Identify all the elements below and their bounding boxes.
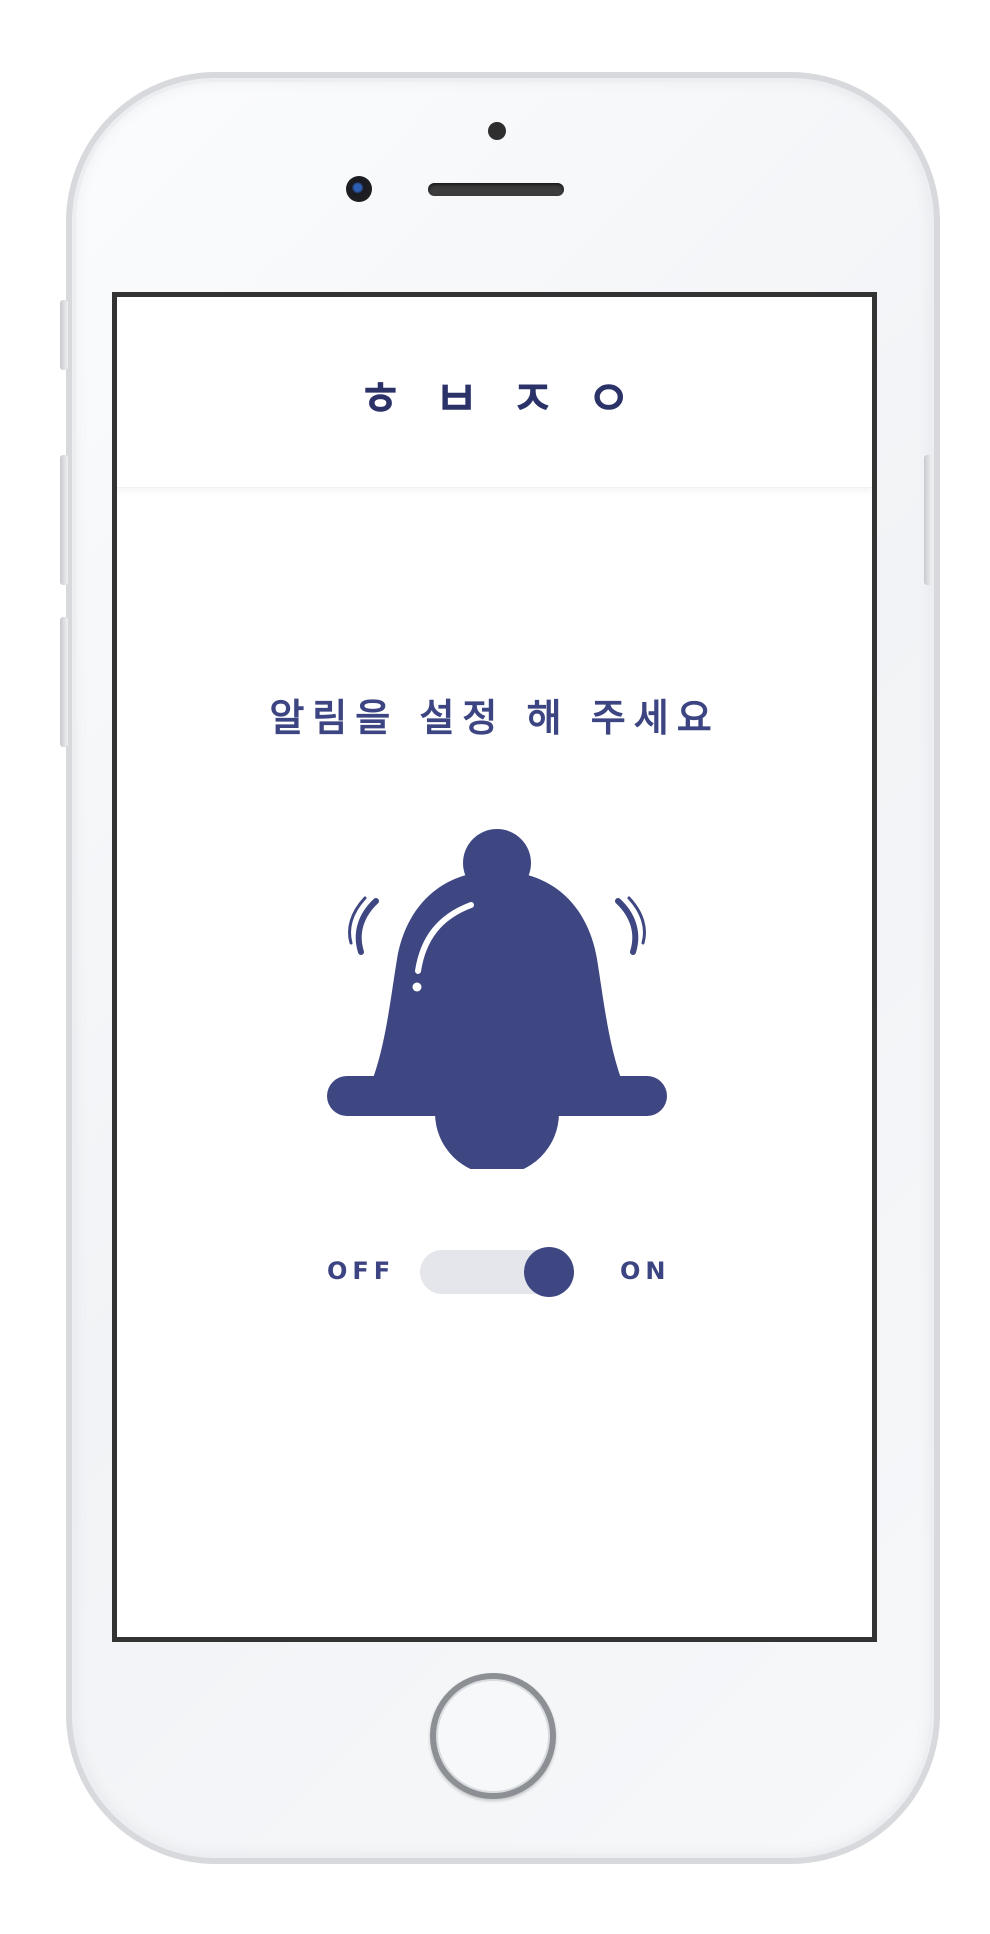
home-button bbox=[430, 1673, 556, 1799]
volume-up-button bbox=[60, 455, 68, 585]
bell-ringing-icon bbox=[327, 829, 667, 1169]
earpiece-speaker bbox=[428, 183, 564, 196]
app-header: ㅎㅂㅈㅇ bbox=[117, 297, 872, 488]
toggle-on-label: ON bbox=[620, 1257, 671, 1285]
toggle-knob[interactable] bbox=[524, 1247, 574, 1297]
app-screen: ㅎㅂㅈㅇ 알림을 설정 해 주세요 OFF ON bbox=[112, 292, 877, 1642]
volume-down-button bbox=[60, 617, 68, 747]
notification-toggle-row: OFF ON bbox=[117, 1243, 872, 1303]
notification-prompt: 알림을 설정 해 주세요 bbox=[269, 696, 720, 740]
device-mockup: ㅎㅂㅈㅇ 알림을 설정 해 주세요 OFF ON bbox=[0, 0, 990, 1934]
power-button bbox=[924, 455, 932, 585]
app-logo: ㅎㅂㅈㅇ bbox=[358, 371, 663, 427]
proximity-sensor bbox=[488, 122, 506, 140]
toggle-off-label: OFF bbox=[327, 1257, 396, 1285]
front-camera-icon bbox=[346, 176, 372, 202]
mute-switch bbox=[60, 300, 68, 370]
notification-toggle[interactable] bbox=[420, 1247, 574, 1297]
